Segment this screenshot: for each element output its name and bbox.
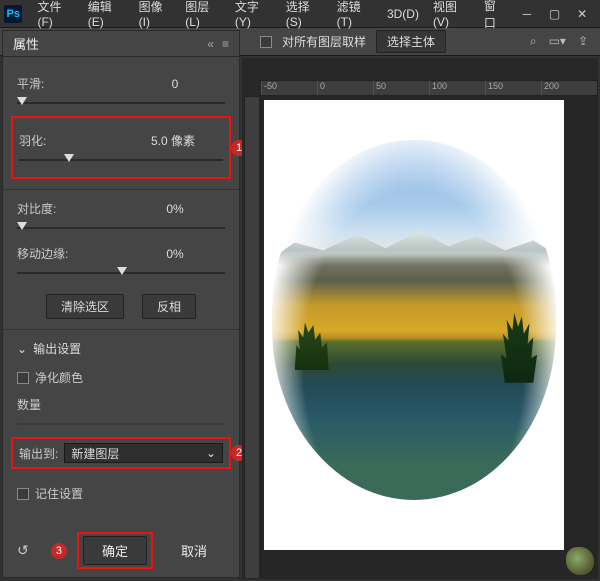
remember-checkbox[interactable] bbox=[17, 488, 29, 500]
ruler-vertical bbox=[244, 96, 260, 579]
maximize-icon[interactable]: ▢ bbox=[541, 0, 569, 28]
shift-edge-value[interactable]: 0% bbox=[125, 247, 225, 261]
properties-panel: 属性 « ≡ 平滑: 0 羽化: 5.0 像素 1 对比度: 0% 移动边缘: … bbox=[2, 30, 240, 578]
contrast-value[interactable]: 0% bbox=[125, 202, 225, 216]
panel-menu-icon[interactable]: ≡ bbox=[222, 37, 229, 51]
output-settings-header[interactable]: ⌄ 输出设置 bbox=[17, 340, 225, 357]
panel-footer: ↺ 3 确定 取消 bbox=[3, 532, 239, 569]
sample-all-layers-label: 对所有图层取样 bbox=[282, 33, 366, 50]
menu-filter[interactable]: 滤镜(T) bbox=[330, 0, 380, 29]
sample-all-layers-checkbox[interactable] bbox=[260, 36, 272, 48]
output-to-label: 输出到: bbox=[19, 445, 58, 462]
menu-window[interactable]: 窗口 bbox=[477, 0, 513, 31]
menu-image[interactable]: 图像(I) bbox=[132, 0, 179, 29]
chevron-down-icon: ⌄ bbox=[17, 342, 27, 356]
smooth-label: 平滑: bbox=[17, 75, 44, 92]
close-icon[interactable]: ✕ bbox=[568, 0, 596, 28]
feather-label: 羽化: bbox=[19, 132, 46, 149]
reset-icon[interactable]: ↺ bbox=[17, 542, 29, 559]
menu-layer[interactable]: 图层(L) bbox=[178, 0, 228, 29]
invert-button[interactable]: 反相 bbox=[142, 294, 196, 319]
ok-button[interactable]: 确定 bbox=[83, 536, 147, 565]
output-highlight: 输出到: 新建图层 ⌄ 2 bbox=[11, 437, 231, 469]
document-page bbox=[264, 100, 564, 550]
shift-edge-label: 移动边缘: bbox=[17, 245, 68, 262]
menu-select[interactable]: 选择(S) bbox=[279, 0, 330, 29]
decontaminate-checkbox[interactable] bbox=[17, 372, 29, 384]
feather-slider[interactable] bbox=[19, 153, 223, 167]
canvas-viewport[interactable] bbox=[260, 96, 598, 579]
amount-label: 数量 bbox=[17, 396, 41, 413]
panel-title: 属性 bbox=[13, 34, 39, 53]
menu-file[interactable]: 文件(F) bbox=[30, 0, 80, 29]
remember-label: 记住设置 bbox=[35, 485, 83, 502]
minimize-icon[interactable]: ─ bbox=[513, 0, 541, 28]
shift-edge-slider[interactable] bbox=[17, 266, 225, 280]
collapse-icon[interactable]: « bbox=[207, 37, 214, 51]
menu-view[interactable]: 视图(V) bbox=[426, 0, 477, 29]
smooth-slider[interactable] bbox=[17, 96, 225, 110]
app-icon: Ps bbox=[4, 5, 22, 23]
contrast-label: 对比度: bbox=[17, 200, 56, 217]
select-subject-button[interactable]: 选择主体 bbox=[376, 30, 446, 53]
output-to-combo[interactable]: 新建图层 ⌄ bbox=[64, 443, 223, 463]
amount-slider bbox=[17, 417, 225, 431]
output-settings-label: 输出设置 bbox=[33, 340, 81, 357]
contrast-slider[interactable] bbox=[17, 221, 225, 235]
trees-right-art bbox=[501, 313, 539, 383]
menu-3d[interactable]: 3D(D) bbox=[380, 7, 426, 21]
trees-left-art bbox=[295, 320, 329, 370]
menubar: Ps 文件(F) 编辑(E) 图像(I) 图层(L) 文字(Y) 选择(S) 滤… bbox=[0, 0, 600, 28]
ruler-horizontal: -50050100150200 bbox=[260, 80, 598, 96]
output-to-value: 新建图层 bbox=[71, 445, 119, 462]
feathered-image bbox=[272, 140, 556, 500]
menu-edit[interactable]: 编辑(E) bbox=[81, 0, 132, 29]
smooth-value[interactable]: 0 bbox=[125, 77, 225, 91]
feather-highlight: 羽化: 5.0 像素 1 bbox=[11, 116, 231, 179]
ok-highlight: 确定 bbox=[77, 532, 153, 569]
share-icon[interactable]: ⇪ bbox=[578, 34, 588, 49]
panel-header: 属性 « ≡ bbox=[3, 31, 239, 57]
menu-type[interactable]: 文字(Y) bbox=[228, 0, 279, 29]
cancel-button[interactable]: 取消 bbox=[163, 537, 225, 564]
mountains-art bbox=[272, 226, 556, 266]
clear-selection-button[interactable]: 清除选区 bbox=[46, 294, 124, 319]
decontaminate-label: 净化颜色 bbox=[35, 369, 83, 386]
canvas-area: -50050100150200 bbox=[242, 58, 598, 579]
corner-artifact bbox=[566, 547, 594, 575]
annotation-badge-3: 3 bbox=[51, 543, 67, 559]
chevron-down-icon: ⌄ bbox=[206, 446, 216, 460]
search-icon[interactable]: ⌕ bbox=[530, 34, 537, 49]
feather-value[interactable]: 5.0 像素 bbox=[123, 132, 223, 149]
workspace-icon[interactable]: ▭▾ bbox=[549, 34, 566, 49]
